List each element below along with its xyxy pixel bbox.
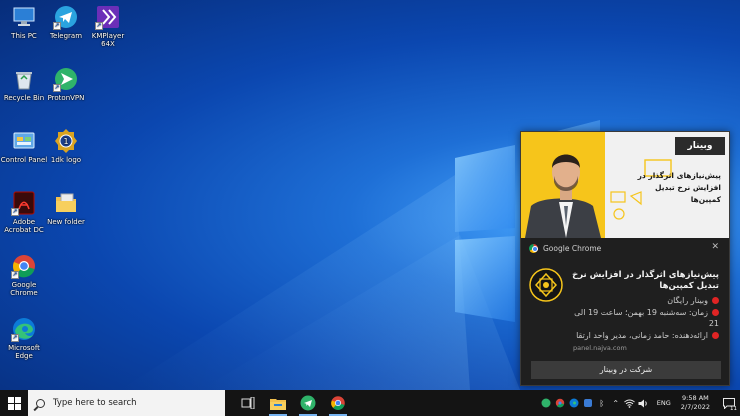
notification-app-name: Google Chrome xyxy=(543,243,602,253)
bluetooth-icon[interactable]: ᛒ xyxy=(595,390,609,416)
desktop-icon-label: ProtonVPN xyxy=(47,94,85,102)
red-dot-icon xyxy=(712,332,719,339)
webinar-badge: وبینار xyxy=(675,137,725,155)
this-pc-icon xyxy=(11,4,37,30)
taskbar-telegram[interactable] xyxy=(293,390,323,416)
desktop: This PC Recycle Bin Control Panel ↗ Adob… xyxy=(0,0,740,390)
volume-icon[interactable] xyxy=(637,390,651,416)
desktop-icon-control-panel[interactable]: Control Panel xyxy=(0,128,48,164)
protonvpn-icon xyxy=(541,398,551,408)
taskbar-clock[interactable]: 9:58 AM 2/7/2022 xyxy=(681,394,710,412)
desktop-icon-acrobat[interactable]: ↗ Adobe Acrobat DC xyxy=(0,190,48,234)
join-webinar-button[interactable]: شرکت در وبینار xyxy=(531,361,721,379)
desktop-icon-label: This PC xyxy=(11,32,37,40)
badge-logo-icon: 1 xyxy=(53,128,79,154)
notification-source: panel.najva.com xyxy=(573,344,627,352)
shortcut-arrow-icon: ↗ xyxy=(11,208,19,216)
desktop-icon-label: Adobe Acrobat DC xyxy=(4,218,44,234)
desktop-icon-protonvpn[interactable]: ↗ ProtonVPN xyxy=(42,66,90,102)
action-center-button[interactable]: 11 xyxy=(718,390,740,416)
tray-chrome[interactable] xyxy=(553,390,567,416)
desktop-icon-label: Recycle Bin xyxy=(3,94,45,102)
desktop-icon-recycle-bin[interactable]: Recycle Bin xyxy=(0,66,48,102)
red-dot-icon xyxy=(712,309,719,316)
desktop-icon-new-folder[interactable]: New folder xyxy=(42,190,90,226)
notification-line-text: وبینار رایگان xyxy=(667,296,708,305)
taskbar-chrome[interactable] xyxy=(323,390,353,416)
presenter-photo xyxy=(525,154,601,238)
taskbar: Type here to search ᛒ ⌃ ENG 9:58 AM 2/7/… xyxy=(0,390,740,416)
desktop-icon-label: Control Panel xyxy=(0,156,48,164)
desktop-icon-badge-logo[interactable]: 1 1dk logo xyxy=(42,128,90,164)
desktop-icon-telegram[interactable]: ↗ Telegram xyxy=(42,4,90,40)
windows-logo-icon xyxy=(7,396,21,410)
desktop-icon-label: KMPlayer 64X xyxy=(91,32,125,48)
taskbar-search-box[interactable]: Type here to search xyxy=(28,390,225,416)
notification-hero-image: وبینار پیش‌نیازهای اثرگذار در افزایش نرخ… xyxy=(521,132,729,238)
desktop-icon-label: 1dk logo xyxy=(50,156,82,164)
chrome-icon: ↗ xyxy=(11,253,37,279)
acrobat-icon: ↗ xyxy=(11,190,37,216)
telegram-icon xyxy=(300,395,316,411)
task-view-icon xyxy=(241,397,255,409)
app-icon xyxy=(583,399,592,407)
desktop-icon-label: Telegram xyxy=(49,32,83,40)
tray-app-blue[interactable] xyxy=(581,390,595,416)
svg-text:1: 1 xyxy=(63,137,68,146)
red-dot-icon xyxy=(712,297,719,304)
system-tray: ᛒ ⌃ ENG 9:58 AM 2/7/2022 11 xyxy=(539,390,740,416)
language-indicator[interactable]: ENG xyxy=(657,399,671,407)
chrome-icon xyxy=(529,243,538,253)
taskbar-file-explorer[interactable] xyxy=(263,390,293,416)
edge-icon xyxy=(569,398,579,408)
desktop-icon-chrome[interactable]: ↗ Google Chrome xyxy=(0,253,48,297)
desktop-icon-this-pc[interactable]: This PC xyxy=(0,4,48,40)
chrome-icon xyxy=(331,396,345,410)
control-panel-icon xyxy=(11,128,37,154)
desktop-icon-label: New folder xyxy=(47,218,85,226)
recycle-bin-icon xyxy=(11,66,37,92)
desktop-icon-label: Microsoft Edge xyxy=(8,344,40,360)
telegram-icon: ↗ xyxy=(53,4,79,30)
folder-icon xyxy=(53,190,79,216)
wifi-icon[interactable] xyxy=(623,390,637,416)
kmplayer-icon: ↗ xyxy=(95,4,121,30)
edge-icon: ↗ xyxy=(11,316,37,342)
desktop-icon-kmplayer[interactable]: ↗ KMPlayer 64X xyxy=(84,4,132,48)
notification-header: Google Chrome ✕ xyxy=(521,238,729,258)
shortcut-arrow-icon: ↗ xyxy=(95,22,103,30)
chevron-up-icon[interactable]: ⌃ xyxy=(609,390,623,416)
shortcut-arrow-icon: ↗ xyxy=(53,22,61,30)
tray-edge[interactable] xyxy=(567,390,581,416)
hero-headline: پیش‌نیازهای اثرگذار در افزایش نرخ تبدیل … xyxy=(637,171,721,204)
notification-line-webinar: وبینار رایگان xyxy=(569,295,719,306)
notification-line-text: ارائه‌دهنده: حامد زمانی، مدیر واحد ارتقا xyxy=(576,331,708,340)
shortcut-arrow-icon: ↗ xyxy=(53,84,61,92)
sender-logo-icon xyxy=(529,268,563,302)
search-placeholder: Type here to search xyxy=(53,398,137,408)
clock-time: 9:58 AM xyxy=(682,394,709,402)
file-explorer-icon xyxy=(270,398,286,410)
close-icon[interactable]: ✕ xyxy=(711,242,719,252)
desktop-icon-edge[interactable]: ↗ Microsoft Edge xyxy=(0,316,48,360)
notification-line-presenter: ارائه‌دهنده: حامد زمانی، مدیر واحد ارتقا xyxy=(569,330,719,341)
protonvpn-icon: ↗ xyxy=(53,66,79,92)
notification-line-time: زمان: سه‌شنبه 19 بهمن؛ ساعت 19 الی 21 xyxy=(569,307,719,329)
notification-body: پیش‌نیازهای اثرگذار در افزایش نرخ تبدیل … xyxy=(521,258,729,354)
notification-count-badge: 11 xyxy=(730,406,737,412)
start-button[interactable] xyxy=(0,390,28,416)
chrome-icon xyxy=(555,398,565,408)
chrome-notification-toast[interactable]: وبینار پیش‌نیازهای اثرگذار در افزایش نرخ… xyxy=(520,131,730,386)
tray-green-app[interactable] xyxy=(539,390,553,416)
desktop-icon-label: Google Chrome xyxy=(10,281,38,297)
search-icon xyxy=(36,398,45,408)
shortcut-arrow-icon: ↗ xyxy=(11,334,19,342)
shortcut-arrow-icon: ↗ xyxy=(11,271,19,279)
notification-line-text: زمان: سه‌شنبه 19 بهمن؛ ساعت 19 الی 21 xyxy=(574,308,719,328)
clock-date: 2/7/2022 xyxy=(680,403,710,411)
notification-title: پیش‌نیازهای اثرگذار در افزایش نرخ تبدیل … xyxy=(572,270,719,291)
task-view-button[interactable] xyxy=(233,390,263,416)
